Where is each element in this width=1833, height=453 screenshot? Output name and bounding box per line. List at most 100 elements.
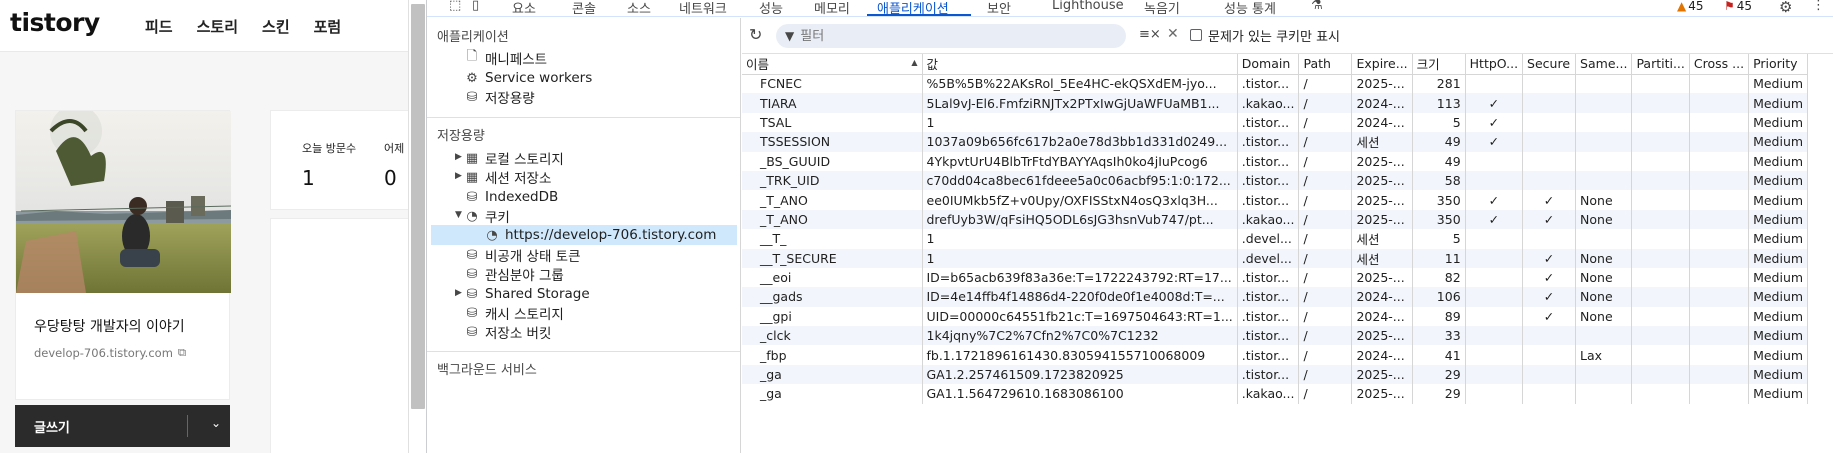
filter-box[interactable]: ▼	[776, 24, 1126, 48]
table-row[interactable]: __T_SECURE 1 .devel... / 세션 11 ✓ None Medium	[742, 248, 1809, 268]
table-row[interactable]: _ga GA1.1.564729610.1683086100 .kakao.../2…	[742, 384, 1809, 404]
sidebar-item-label: 매니페스트	[485, 52, 548, 68]
inspect-element-icon[interactable]: ⬚	[449, 0, 461, 13]
issues-badge[interactable]: ⚑ 45	[1724, 0, 1752, 13]
table-row[interactable]: TIARA 5Lal9vJ-El6.FmfziRNJTx2PTxIwGjUaWFU…	[742, 93, 1809, 113]
tab-lighthouse[interactable]: Lighthouse	[1052, 0, 1124, 13]
tab-recorder[interactable]: 녹음기	[1144, 0, 1180, 16]
tab-security[interactable]: 보안	[987, 0, 1011, 16]
sidebar-item-indexeddb[interactable]: ⛁ IndexedDB	[464, 187, 559, 207]
sidebar-item-local-storage[interactable]: ▦ 로컬 스토리지	[464, 148, 564, 169]
nav-skin[interactable]: 스킨	[262, 16, 290, 37]
column-header[interactable]: HttpO...	[1465, 54, 1524, 75]
column-header[interactable]: Expire...	[1351, 54, 1413, 75]
sidebar-item-cache-storage[interactable]: ⛁ 캐시 스토리지	[464, 303, 564, 324]
table-cell	[1631, 132, 1690, 152]
expand-arrow-icon[interactable]: ▶	[455, 171, 462, 181]
table-row[interactable]: __T_ 1 .devel... / 세션 5 Medium	[742, 229, 1809, 249]
table-cell: /	[1298, 345, 1353, 365]
column-header-label: 크기	[1416, 57, 1440, 73]
sidebar-item-service-workers[interactable]: ⚙ Service workers	[464, 68, 592, 88]
sidebar-item-shared-storage[interactable]: ⛁ Shared Storage	[464, 284, 590, 304]
table-cell: __eoi	[742, 267, 923, 288]
table-row[interactable]: __gads ID=4e14ffb4f14886d4-220f0de0f1e400…	[742, 287, 1809, 307]
chevron-down-icon[interactable]: ⌄	[211, 416, 221, 430]
tab-memory[interactable]: 메모리	[814, 0, 850, 16]
device-toolbar-icon[interactable]: ▯	[472, 0, 479, 13]
write-button-label: 글쓰기	[34, 421, 70, 436]
table-row[interactable]: _fbp fb.1.1721896161430.83059415571006800…	[742, 345, 1809, 365]
table-cell: /	[1298, 287, 1353, 307]
column-header[interactable]: 이름 ▲	[742, 54, 923, 75]
table-cell: 2025-...	[1351, 209, 1413, 230]
filter-input[interactable]	[800, 28, 1101, 44]
sidebar-item-manifest[interactable]: 🗋 매니페스트	[464, 48, 547, 68]
table-row[interactable]: _ga GA1.2.257461509.1723820925 .tistor... /…	[742, 364, 1809, 385]
column-header[interactable]: Same...	[1575, 54, 1633, 75]
table-cell: 세션	[1351, 132, 1413, 152]
expand-arrow-icon[interactable]: ▶	[455, 152, 462, 162]
gear-icon[interactable]: ⚙	[1779, 0, 1792, 16]
column-header[interactable]: Path	[1298, 54, 1353, 75]
column-header[interactable]: Partiti...	[1631, 54, 1690, 75]
sidebar-item-storage-buckets[interactable]: ⛁ 저장소 버킷	[464, 322, 552, 343]
table-row[interactable]: TSAL 1 .tistor.../2024-... 5 ✓ Medium	[742, 112, 1809, 133]
refresh-icon[interactable]: ↻	[749, 25, 762, 44]
column-header[interactable]: Priority	[1748, 54, 1809, 75]
only-issues-checkbox[interactable]	[1190, 29, 1202, 41]
table-row[interactable]: _clck 1k4jqny%7C2%7Cfn2%7C0%7C1232 .tistor…	[742, 326, 1809, 346]
nav-forum[interactable]: 포럼	[314, 16, 342, 37]
table-cell: 113	[1412, 93, 1466, 113]
sidebar-item-interest-groups[interactable]: ⛁ 관심분야 그룹	[464, 264, 564, 285]
tistory-logo[interactable]: tistory	[10, 8, 100, 37]
table-cell	[1465, 384, 1524, 404]
column-header[interactable]: Secure	[1522, 54, 1577, 75]
scrollbar-thumb[interactable]	[411, 4, 425, 409]
column-header[interactable]: 크기	[1412, 54, 1466, 75]
nav-story[interactable]: 스토리	[197, 16, 238, 37]
column-header[interactable]: 값	[922, 54, 1238, 75]
tab-network[interactable]: 네트워크	[679, 0, 727, 16]
table-cell	[1575, 132, 1633, 152]
write-button-divider	[187, 415, 188, 437]
nav-feed[interactable]: 피드	[145, 16, 173, 37]
table-cell	[1522, 112, 1577, 133]
table-row[interactable]: __eoi ID=b65acb639f83a36e:T=1722243792:RT…	[742, 267, 1809, 288]
sidebar-item-cookie-origin[interactable]: ◔ https://develop-706.tistory.com	[484, 225, 716, 245]
clear-all-cookies-icon[interactable]: ≡×	[1139, 27, 1161, 42]
table-row[interactable]: _T_ANO ee0IUMkb5fZ+v0Upy/OXFISStxN4osQ3xl…	[742, 190, 1809, 210]
table-row[interactable]: TSSESSION 1037a09b656fc617b2a0e78d3bb1d33…	[742, 132, 1809, 152]
tab-sources[interactable]: 소스	[627, 0, 651, 16]
table-cell: .tistor...	[1237, 74, 1300, 94]
blog-name[interactable]: 우당탕탕 개발자의 이야기	[34, 316, 185, 336]
column-header[interactable]: Domain	[1237, 54, 1300, 75]
sidebar-item-storage[interactable]: ⛁ 저장용량	[464, 87, 535, 108]
write-post-button[interactable]: 글쓰기 ⌄	[15, 405, 230, 447]
column-header[interactable]: Cross ...	[1689, 54, 1750, 75]
table-row[interactable]: _BS_GUUID 4YkpvtUrU4BlbTrFtdYBAYYAqsIh0ko…	[742, 151, 1809, 171]
page-scrollbar[interactable]	[408, 0, 426, 453]
profile-photo[interactable]	[16, 111, 231, 293]
delete-selected-icon[interactable]: ✕	[1167, 26, 1179, 42]
table-cell	[1522, 151, 1577, 171]
table-cell: __T_SECURE	[742, 248, 923, 268]
tab-elements[interactable]: 요소	[512, 0, 536, 16]
table-cell: FCNEC	[742, 74, 923, 94]
more-options-icon[interactable]: ⋮	[1812, 0, 1825, 13]
tab-performance[interactable]: 성능	[759, 0, 783, 16]
collapse-arrow-icon[interactable]: ▼	[455, 210, 462, 220]
table-cell: __T_	[742, 229, 923, 249]
table-row[interactable]: __gpi UID=00000c64551fb21c:T=1697504643:R…	[742, 306, 1809, 327]
expand-arrow-icon[interactable]: ▶	[455, 288, 462, 298]
sidebar-item-session-storage[interactable]: ▦ 세션 저장소	[464, 167, 552, 188]
table-row[interactable]: FCNEC %5B%5B%22AKsRol_5Ee4HC-ekQSXdEM-jyo…	[742, 74, 1809, 94]
blog-url-link[interactable]: develop-706.tistory.com ⧉	[34, 345, 186, 360]
table-cell	[1631, 93, 1690, 113]
table-row[interactable]: _TRK_UID c70dd04ca8bec61fdeee5a0c06acbf95…	[742, 170, 1809, 191]
sidebar-item-private-state-tokens[interactable]: ⛁ 비공개 상태 토큰	[464, 245, 581, 266]
tab-console[interactable]: 콘솔	[572, 0, 596, 16]
warnings-badge[interactable]: ▲ 45	[1677, 0, 1704, 13]
sidebar-item-cookies[interactable]: ◔ 쿠키	[464, 206, 510, 227]
tab-performance-insights[interactable]: 성능 통계	[1224, 0, 1276, 16]
table-row[interactable]: _T_ANO drefUyb3W/qFsiHQ5ODL6sJG3hsnVub747…	[742, 209, 1809, 230]
